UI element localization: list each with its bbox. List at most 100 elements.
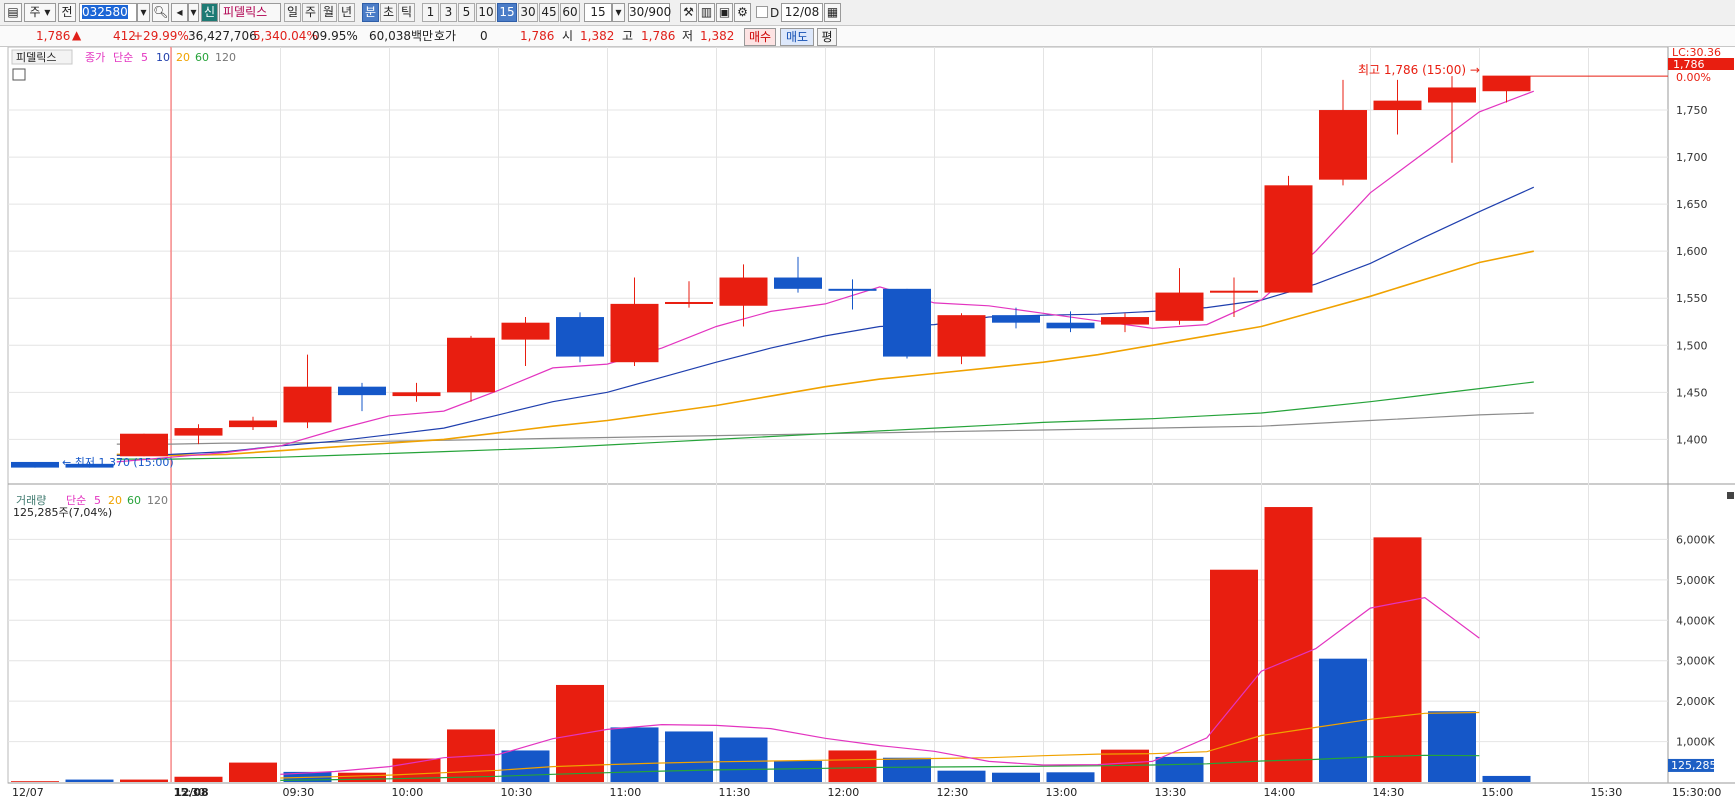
price-legend-name: 피델릭스: [16, 51, 56, 64]
high-price: 1,786: [641, 29, 676, 43]
time-tick-label: 13:30: [1155, 786, 1187, 799]
interval-input[interactable]: 15: [584, 3, 612, 22]
code-dropdown-icon[interactable]: ▾: [137, 3, 150, 22]
volume-bar: [338, 772, 386, 782]
volume-bar: [11, 781, 59, 782]
candle-body: [1210, 290, 1258, 293]
date-input[interactable]: 12/08: [781, 3, 823, 22]
volume-subtitle: 125,285주(7,04%): [13, 506, 112, 519]
volume-legend-ma60: 60: [127, 494, 141, 507]
low-label: 저: [682, 29, 694, 43]
time-tick-label: 14:00: [1264, 786, 1296, 799]
interval-10[interactable]: 10: [476, 3, 496, 22]
search-icon[interactable]: 🔍︎: [152, 3, 169, 22]
tab-year[interactable]: 년: [338, 3, 355, 22]
time-tick-label: 10:30: [501, 786, 533, 799]
volume-pct: 5,340.04%: [253, 29, 318, 43]
stock-name[interactable]: 피델릭스: [219, 3, 281, 22]
interval-60[interactable]: 60: [560, 3, 580, 22]
price-tick-label: 1,450: [1676, 386, 1708, 399]
candle-body: [1101, 317, 1149, 325]
volume-bar: [120, 779, 168, 782]
interval-15[interactable]: 15: [497, 3, 517, 22]
volume-bar: [610, 727, 659, 782]
date-checkbox[interactable]: [756, 6, 768, 18]
candle-body: [11, 461, 59, 468]
count-input[interactable]: 30/900: [628, 3, 671, 22]
hoga-price: 1,786: [520, 29, 555, 43]
open-label: 시: [562, 29, 574, 43]
volume-bar: [1155, 756, 1204, 782]
credit-badge: 신: [201, 3, 218, 22]
price-tick-label: 1,650: [1676, 198, 1708, 211]
calendar-icon[interactable]: ▦: [824, 3, 841, 22]
time-tick-label: 15:00: [1482, 786, 1514, 799]
time-tick-label: 09:30: [283, 786, 315, 799]
candle-body: [610, 303, 659, 363]
candle-body: [1428, 87, 1476, 103]
volume-bar: [883, 757, 931, 782]
volume-bar: [828, 750, 877, 782]
candle-body: [937, 315, 986, 357]
price-legend-ma60: 60: [195, 51, 209, 64]
tab-month[interactable]: 월: [320, 3, 337, 22]
tab-tick[interactable]: 틱: [398, 3, 415, 22]
volume-bar: [1373, 537, 1422, 782]
low-price: 1,382: [700, 29, 735, 43]
max-price-annotation: 최고 1,786 (15:00) →: [1358, 63, 1480, 77]
sell-button[interactable]: 매도: [780, 28, 814, 46]
tab-second[interactable]: 초: [380, 3, 397, 22]
candle-body: [992, 315, 1040, 323]
trade-amount: 60,038백만: [369, 29, 434, 43]
interval-45[interactable]: 45: [539, 3, 559, 22]
up-arrow-icon: ▲: [72, 28, 82, 42]
candle-body: [719, 277, 768, 306]
volume-tick-label: 2,000K: [1676, 695, 1715, 708]
gear-icon[interactable]: ⚙: [734, 3, 751, 22]
last-price-label: 1,786: [1673, 58, 1705, 71]
candle-body: [1264, 185, 1313, 293]
price-tick-label: 1,400: [1676, 433, 1708, 446]
hoga-value: 0: [480, 29, 488, 43]
volume-tick-label: 4,000K: [1676, 614, 1715, 627]
high-label: 고: [622, 29, 634, 43]
tab-day[interactable]: 일: [284, 3, 301, 22]
interval-30[interactable]: 30: [518, 3, 538, 22]
mode-select[interactable]: 주 ▾: [24, 3, 56, 22]
hoga-label: 호가: [434, 29, 457, 43]
interval-1[interactable]: 1: [422, 3, 439, 22]
volume-bar: [229, 762, 277, 782]
volume-bar: [1264, 507, 1313, 782]
current-price: 1,786: [36, 29, 71, 43]
price-change-pct: +29.99%: [133, 29, 189, 43]
price-volume-chart[interactable]: 1,400 1,450 1,500 1,550 1,600 1,650 1,700 1,750…: [0, 47, 1735, 799]
last-volume-label: 125,285: [1671, 759, 1717, 772]
candle-body: [774, 277, 822, 289]
layout-icon[interactable]: ▤: [4, 3, 22, 22]
interval-3[interactable]: 3: [440, 3, 457, 22]
volume-tick-label: 3,000K: [1676, 655, 1715, 668]
buy-button[interactable]: 매수: [744, 28, 776, 46]
speaker-dropdown-icon[interactable]: ▾: [188, 3, 199, 22]
price-legend-ma10: 10: [156, 51, 170, 64]
candle-body: [120, 433, 168, 457]
candle-body: [392, 392, 441, 397]
tab-minute[interactable]: 분: [362, 3, 379, 22]
price-legend-close: 종가: [85, 51, 105, 64]
mode-label: 주: [29, 5, 41, 19]
save-icon[interactable]: ▣: [716, 3, 733, 22]
price-tick-label: 1,500: [1676, 339, 1708, 352]
time-tick-label: 11:00: [610, 786, 642, 799]
stats-icon[interactable]: ▥: [698, 3, 715, 22]
volume-bar: [937, 770, 986, 782]
prev-button[interactable]: 전: [58, 3, 76, 22]
tab-week[interactable]: 주: [302, 3, 319, 22]
flat-button[interactable]: 평: [817, 28, 837, 46]
interval-5[interactable]: 5: [458, 3, 475, 22]
code-input[interactable]: 032580: [79, 3, 137, 22]
interval-dropdown-icon[interactable]: ▾: [612, 3, 625, 22]
tools-icon[interactable]: ⚒: [680, 3, 697, 22]
candle-body: [501, 322, 550, 340]
speaker-icon[interactable]: ◂: [171, 3, 188, 22]
candle-body: [665, 301, 713, 304]
